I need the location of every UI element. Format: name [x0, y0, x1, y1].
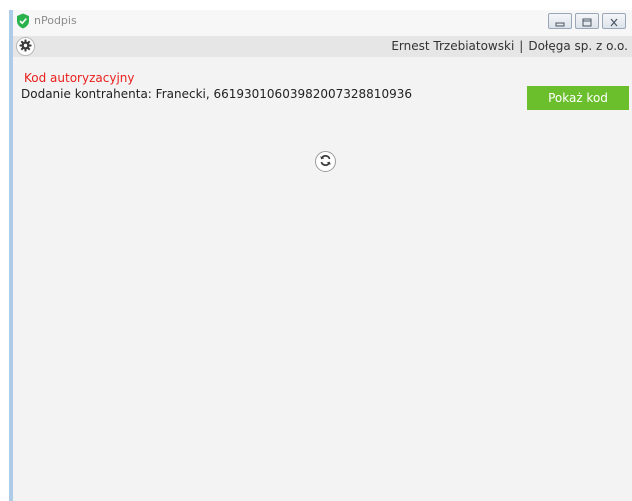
auth-code-title: Kod autoryzacyjny: [24, 71, 135, 85]
show-code-button[interactable]: Pokaż kod: [527, 86, 629, 110]
title-bar[interactable]: nPodpis: [13, 10, 632, 36]
close-button[interactable]: [602, 13, 626, 29]
window-title: nPodpis: [34, 14, 77, 27]
minimize-button[interactable]: [548, 13, 572, 29]
company-name: Dołęga sp. z o.o.: [528, 39, 628, 53]
refresh-button[interactable]: [315, 151, 336, 172]
shield-icon: [16, 13, 30, 29]
maximize-button[interactable]: [575, 13, 599, 29]
user-company-separator: |: [519, 39, 524, 53]
close-icon: [609, 12, 619, 31]
settings-button[interactable]: [16, 37, 35, 56]
header-bar: Ernest Trzebiatowski | Dołęga sp. z o.o.: [13, 36, 632, 57]
maximize-icon: [582, 12, 592, 31]
operation-description: Dodanie kontrahenta: Franecki, 661930106…: [21, 87, 412, 101]
minimize-icon: [555, 12, 565, 31]
gear-icon: [19, 37, 32, 56]
app-window: nPodpis Ernest Trzebiatowski | Dołęga sp…: [9, 10, 632, 501]
user-name: Ernest Trzebiatowski: [391, 39, 515, 53]
refresh-icon: [319, 152, 332, 171]
user-info: Ernest Trzebiatowski | Dołęga sp. z o.o.: [391, 39, 628, 53]
window-controls: [545, 13, 626, 29]
